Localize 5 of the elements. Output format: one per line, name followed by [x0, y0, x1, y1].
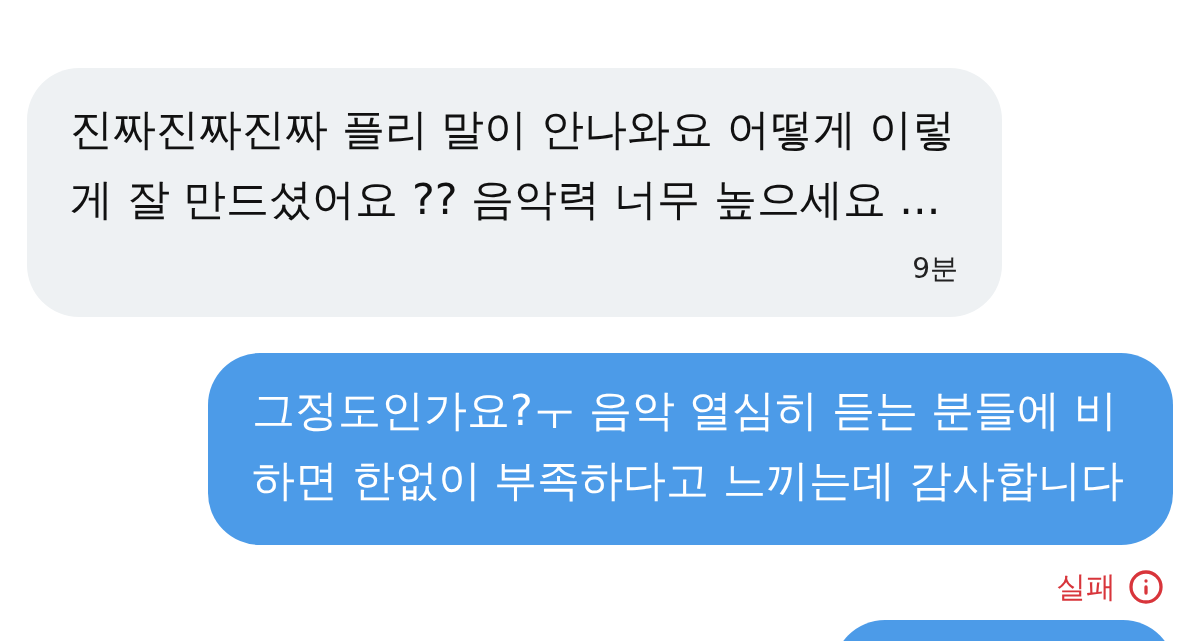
message-text: 진짜진짜진짜 플리 말이 안나와요 어떻게 이렇게 잘 만드셨어요 ?? 음악력 너무 높으세요 ...: [70, 103, 957, 226]
message-status: 실패: [1056, 568, 1116, 606]
message-text: 그정도인가요?ㅜ 음악 열심히 듣는 분들에 비하면 한없이 부족하다고 느끼는데 감사합니다: [252, 384, 1125, 507]
info-icon[interactable]: [1128, 569, 1164, 605]
message-time: 9분: [912, 252, 958, 286]
